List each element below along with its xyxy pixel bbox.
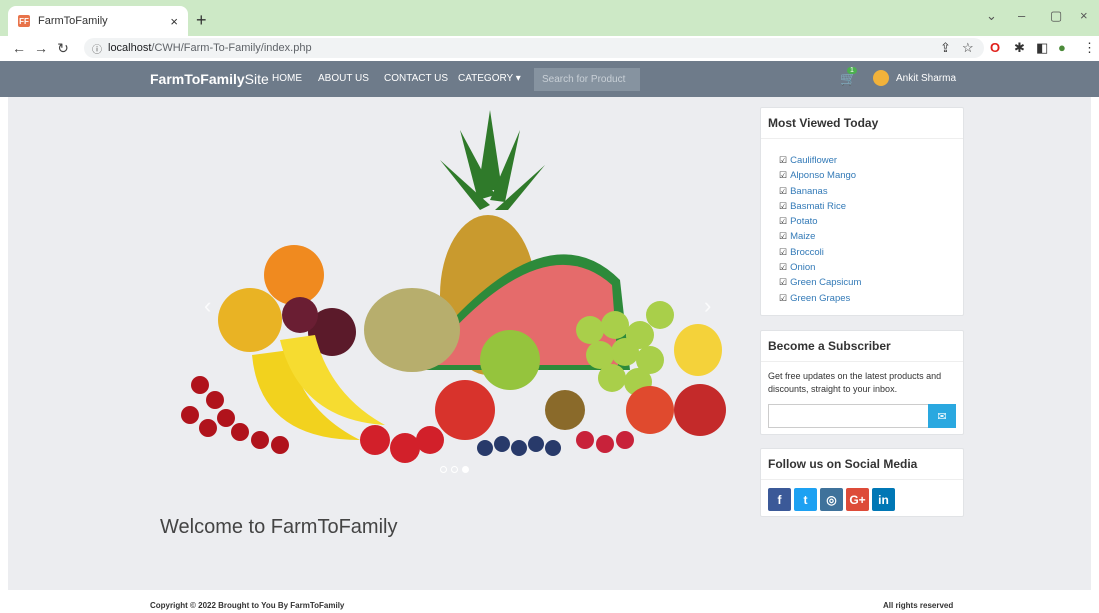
user-avatar[interactable] bbox=[873, 70, 889, 86]
window-close-icon[interactable]: × bbox=[1080, 8, 1088, 23]
back-icon[interactable]: ← bbox=[8, 40, 30, 56]
footer-rights: All rights reserved bbox=[883, 601, 954, 610]
brand-light: Site bbox=[244, 71, 269, 87]
twitter-icon[interactable]: t bbox=[794, 488, 817, 511]
item-link[interactable]: Bananas bbox=[790, 186, 828, 197]
google-plus-icon[interactable]: G+ bbox=[846, 488, 869, 511]
carousel-dot[interactable] bbox=[440, 466, 447, 473]
item-link[interactable]: Alponso Mango bbox=[790, 170, 856, 181]
most-viewed-title: Most Viewed Today bbox=[761, 108, 963, 139]
item-link[interactable]: Basmati Rice bbox=[790, 201, 846, 212]
item-link[interactable]: Broccoli bbox=[790, 247, 824, 258]
tab-close-icon[interactable]: × bbox=[170, 14, 178, 29]
extensions-puzzle-icon[interactable]: ✱ bbox=[1014, 40, 1025, 56]
site-navbar: FarmToFamilySite HOME ABOUT US CONTACT U… bbox=[0, 61, 1099, 97]
tab-search-chevron-icon[interactable]: ⌄ bbox=[986, 8, 997, 24]
carousel-indicators bbox=[440, 466, 469, 473]
checkbox-icon: ☑ bbox=[779, 216, 788, 227]
social-title: Follow us on Social Media bbox=[761, 449, 963, 480]
item-link[interactable]: Green Capsicum bbox=[790, 277, 861, 288]
nav-contact-us[interactable]: CONTACT US bbox=[384, 73, 448, 84]
item-link[interactable]: Maize bbox=[790, 231, 815, 242]
profile-avatar-icon[interactable]: ● bbox=[1058, 40, 1066, 55]
instagram-icon[interactable]: ◎ bbox=[820, 488, 843, 511]
new-tab-icon[interactable]: + bbox=[196, 10, 207, 31]
list-item[interactable]: ☑ Potato bbox=[779, 214, 963, 229]
linkedin-icon[interactable]: in bbox=[872, 488, 895, 511]
envelope-icon: ✉ bbox=[937, 410, 947, 423]
checkbox-icon: ☑ bbox=[779, 200, 788, 211]
address-bar[interactable]: ⓘ localhost/CWH/Farm-To-Family/index.php bbox=[84, 38, 984, 58]
browser-tabbar: FF FarmToFamily × + ⌄ – ▢ × bbox=[0, 0, 1099, 36]
minimize-icon[interactable]: – bbox=[1018, 8, 1025, 23]
facebook-icon[interactable]: f bbox=[768, 488, 791, 511]
list-item[interactable]: ☑ Bananas bbox=[779, 184, 963, 199]
subscriber-panel: Become a Subscriber Get free updates on … bbox=[760, 330, 964, 435]
side-panel-icon[interactable]: ◧ bbox=[1036, 40, 1048, 56]
list-item[interactable]: ☑ Maize bbox=[779, 229, 963, 244]
brand-bold: FarmToFamily bbox=[150, 71, 245, 87]
opera-extension-icon[interactable]: O bbox=[990, 40, 1000, 55]
reload-icon[interactable]: ↻ bbox=[52, 40, 74, 57]
checkbox-icon: ☑ bbox=[779, 185, 788, 196]
bookmark-star-icon[interactable]: ☆ bbox=[962, 40, 974, 56]
nav-category-dropdown[interactable]: CATEGORY ▾ bbox=[458, 73, 521, 84]
product-search-input[interactable] bbox=[534, 68, 640, 91]
list-item[interactable]: ☑ Alponso Mango bbox=[779, 168, 963, 183]
browser-menu-icon[interactable]: ⋮ bbox=[1083, 40, 1096, 56]
carousel-next-icon[interactable]: › bbox=[704, 293, 711, 319]
item-link[interactable]: Cauliflower bbox=[790, 155, 837, 166]
site-info-icon[interactable]: ⓘ bbox=[92, 41, 102, 56]
item-link[interactable]: Potato bbox=[790, 216, 817, 227]
nav-home[interactable]: HOME bbox=[272, 73, 302, 84]
cart-icon[interactable]: 🛒 1 bbox=[840, 67, 857, 87]
list-item[interactable]: ☑ Green Grapes bbox=[779, 291, 963, 306]
subscriber-text: Get free updates on the latest products … bbox=[768, 371, 942, 394]
brand-logo[interactable]: FarmToFamilySite bbox=[150, 71, 269, 87]
url-host: localhost bbox=[108, 42, 152, 54]
checkbox-icon: ☑ bbox=[779, 262, 788, 273]
social-icons: f t ◎ G+ in bbox=[761, 480, 963, 519]
site-favicon-icon: FF bbox=[18, 15, 30, 27]
restore-icon[interactable]: ▢ bbox=[1050, 8, 1062, 24]
subscribe-form: ✉ bbox=[761, 400, 963, 436]
share-icon[interactable]: ⇪ bbox=[940, 40, 951, 56]
cart-count-badge: 1 bbox=[847, 67, 857, 74]
list-item[interactable]: ☑ Green Capsicum bbox=[779, 275, 963, 290]
checkbox-icon: ☑ bbox=[779, 170, 788, 181]
welcome-heading: Welcome to FarmToFamily bbox=[160, 516, 398, 538]
carousel-prev-icon[interactable]: ‹ bbox=[204, 293, 211, 319]
most-viewed-list: ☑ Cauliflower ☑ Alponso Mango ☑ Bananas ☑ Ba… bbox=[761, 139, 963, 314]
url-path: /CWH/Farm-To-Family/index.php bbox=[151, 42, 312, 54]
nav-category-label: CATEGORY bbox=[458, 73, 514, 84]
item-link[interactable]: Onion bbox=[790, 262, 815, 273]
list-item[interactable]: ☑ Broccoli bbox=[779, 245, 963, 260]
checkbox-icon: ☑ bbox=[779, 292, 788, 303]
list-item[interactable]: ☑ Basmati Rice bbox=[779, 199, 963, 214]
carousel-dot[interactable] bbox=[451, 466, 458, 473]
list-item[interactable]: ☑ Cauliflower bbox=[779, 153, 963, 168]
checkbox-icon: ☑ bbox=[779, 246, 788, 257]
subscribe-button[interactable]: ✉ bbox=[928, 404, 956, 428]
social-panel: Follow us on Social Media f t ◎ G+ in bbox=[760, 448, 964, 517]
checkbox-icon: ☑ bbox=[779, 277, 788, 288]
nav-about-us[interactable]: ABOUT US bbox=[318, 73, 369, 84]
caret-down-icon: ▾ bbox=[515, 73, 521, 84]
most-viewed-panel: Most Viewed Today ☑ Cauliflower ☑ Alponso … bbox=[760, 107, 964, 316]
browser-toolbar: ← → ↻ ⓘ localhost/CWH/Farm-To-Family/ind… bbox=[0, 36, 1099, 60]
carousel-dot-active[interactable] bbox=[462, 466, 469, 473]
subscribe-email-input[interactable] bbox=[768, 404, 928, 428]
tab-title: FarmToFamily bbox=[38, 15, 108, 27]
carousel-image bbox=[181, 110, 726, 463]
list-item[interactable]: ☑ Onion bbox=[779, 260, 963, 275]
subscriber-title: Become a Subscriber bbox=[761, 331, 963, 362]
checkbox-icon: ☑ bbox=[779, 231, 788, 242]
item-link[interactable]: Green Grapes bbox=[790, 293, 850, 304]
footer-copyright: Copyright © 2022 Brought to You By FarmT… bbox=[150, 601, 345, 610]
checkbox-icon: ☑ bbox=[779, 155, 788, 165]
forward-icon[interactable]: → bbox=[30, 40, 52, 56]
browser-tab[interactable]: FF FarmToFamily × bbox=[8, 6, 188, 36]
user-name[interactable]: Ankit Sharma bbox=[896, 73, 956, 84]
